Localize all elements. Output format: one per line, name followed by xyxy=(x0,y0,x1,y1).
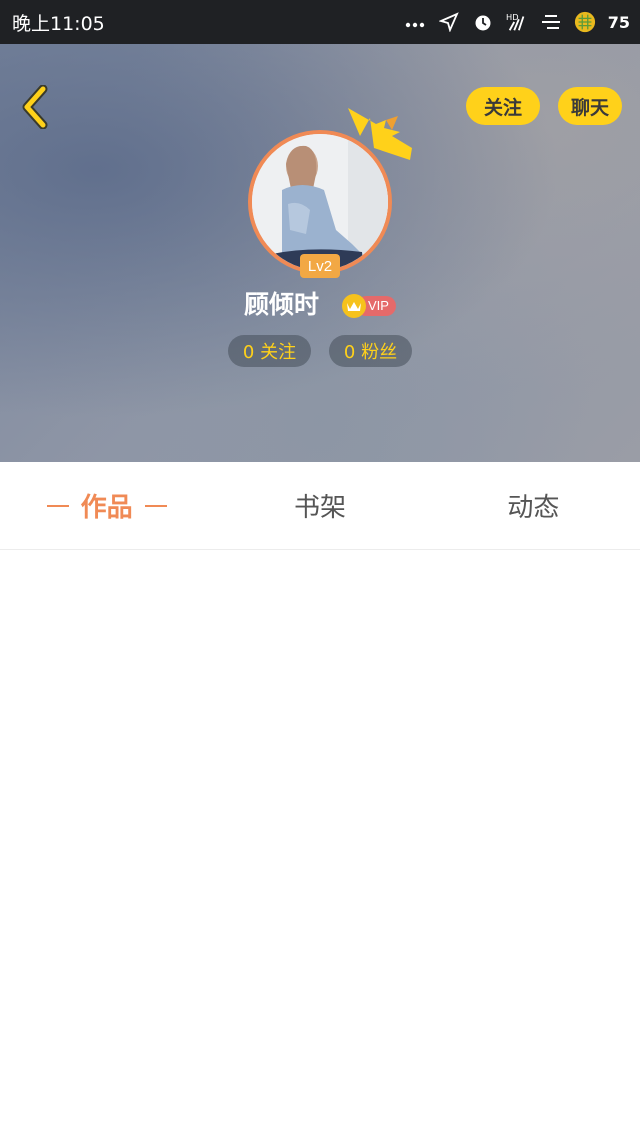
tab-bookshelf-label: 书架 xyxy=(293,493,346,523)
tab-active-indicator-left xyxy=(46,504,69,507)
tab-active-indicator-right xyxy=(144,504,167,507)
tab-works[interactable]: 作品 xyxy=(0,462,213,549)
tab-activity[interactable]: 动态 xyxy=(427,462,640,549)
svg-text:HD: HD xyxy=(506,12,519,22)
menu-icon xyxy=(540,11,562,33)
username: 顾倾时 xyxy=(244,290,320,319)
avatar[interactable] xyxy=(248,130,392,274)
following-count[interactable]: 0 关注 xyxy=(228,335,311,367)
status-time: 晚上11:05 xyxy=(12,12,105,35)
more-dots-icon xyxy=(404,11,426,33)
tab-activity-label: 动态 xyxy=(507,493,560,523)
profile-header: 关注 聊天 Lv2 顾倾时 VIP 0 关注 0 粉丝 xyxy=(0,44,640,462)
alarm-icon xyxy=(472,11,494,33)
location-icon xyxy=(438,11,460,33)
status-icons: HD 75 xyxy=(404,11,630,33)
vip-crown-icon xyxy=(342,294,366,318)
vip-badge: VIP xyxy=(342,294,396,318)
hd-signal-icon: HD xyxy=(506,11,528,33)
status-bar: 晚上11:05 HD 75 xyxy=(0,0,640,44)
avatar-image xyxy=(248,130,392,274)
app-icon xyxy=(574,11,596,33)
tab-content-area xyxy=(0,551,640,1138)
level-badge: Lv2 xyxy=(300,254,340,278)
fans-count[interactable]: 0 粉丝 xyxy=(329,335,412,367)
back-button[interactable] xyxy=(14,84,54,130)
battery-level: 75 xyxy=(607,12,630,32)
chat-button[interactable]: 聊天 xyxy=(558,87,622,125)
follow-button[interactable]: 关注 xyxy=(466,87,540,125)
tab-works-label: 作品 xyxy=(80,493,133,523)
back-chevron-icon xyxy=(22,85,48,129)
tab-bookshelf[interactable]: 书架 xyxy=(213,462,426,549)
profile-tabs: 作品 书架 动态 xyxy=(0,462,640,550)
